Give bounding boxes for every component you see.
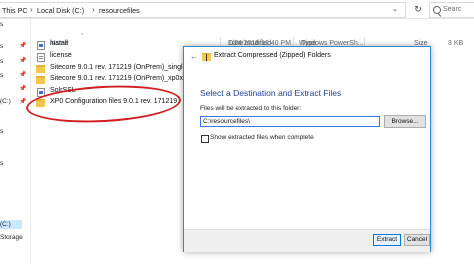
back-arrow-icon[interactable]: ←: [190, 52, 198, 61]
zip-folder-icon: [36, 65, 45, 73]
file-name: license: [50, 52, 72, 59]
zip-folder-icon: [202, 53, 211, 61]
file-name: SolrSSL: [50, 87, 76, 94]
pin-icon: 📌: [19, 99, 27, 105]
address-history-dropdown-icon[interactable]: ⌄: [392, 5, 398, 13]
zip-folder-icon: [36, 99, 45, 107]
dialog-footer: Extract Cancel: [184, 229, 430, 252]
refresh-icon[interactable]: ↻: [410, 3, 426, 15]
search-input[interactable]: Searc: [429, 2, 474, 18]
nav-item-local-disk[interactable]: (C:): [0, 98, 11, 105]
list-item[interactable]: Sitecore 9.0.1 rev. 171219 (OnPrem)_sing…: [36, 64, 200, 74]
show-extracted-files-label[interactable]: Show extracted files when complete: [210, 134, 314, 141]
nav-item-storage[interactable]: Storage: [0, 234, 23, 241]
text-document-icon: [37, 53, 45, 62]
dialog-heading: Select a Destination and Extract Files: [200, 88, 342, 98]
breadcrumb-local-disk[interactable]: Local Disk (C:): [37, 6, 84, 15]
list-item-selected[interactable]: XP0 Configuration files 9.0.1 rev. 17121…: [36, 98, 181, 108]
show-extracted-files-checkbox[interactable]: [201, 135, 209, 143]
nav-item[interactable]: s: [0, 72, 3, 79]
pin-icon: 📌: [19, 58, 27, 64]
powershell-script-icon: [37, 88, 45, 97]
file-name: Sitecore 9.0.1 rev. 171219 (OnPrem)_sing…: [50, 64, 201, 71]
address-bar-row: This PC › Local Disk (C:) › resourcefile…: [0, 0, 474, 19]
list-item[interactable]: Sitecore 9.0.1 rev. 171219 (OnPrem)_xp0x…: [36, 75, 198, 85]
destination-path-input[interactable]: C:\resourcefiles\: [200, 116, 380, 127]
nav-item[interactable]: s: [0, 128, 3, 135]
sort-ascending-icon: ^: [81, 33, 84, 39]
cancel-button[interactable]: Cancel: [404, 234, 430, 246]
browse-button[interactable]: Browse...: [384, 115, 426, 128]
address-bar[interactable]: This PC › Local Disk (C:) › resourcefile…: [0, 2, 406, 18]
destination-label: Files will be extracted to this folder:: [200, 105, 302, 112]
navigation-pane: s 📌 s 📌 s 📌 s 📌 (C:) 📌 s s (C:) Storage: [0, 19, 31, 264]
breadcrumb-chevron-icon[interactable]: ›: [92, 5, 95, 14]
pin-icon: 📌: [19, 72, 27, 78]
dialog-title: Extract Compressed (Zipped) Folders: [214, 52, 331, 59]
extract-button[interactable]: Extract: [373, 234, 401, 246]
list-item[interactable]: license: [36, 52, 181, 62]
nav-item[interactable]: s: [0, 58, 3, 65]
breadcrumb-resourcefiles[interactable]: resourcefiles: [99, 6, 140, 15]
nav-item[interactable]: s: [0, 43, 3, 50]
powershell-script-icon: [37, 41, 45, 50]
file-name: XP0 Configuration files 9.0.1 rev. 17121…: [50, 98, 178, 105]
zip-folder-icon: [36, 76, 45, 84]
search-placeholder: Searc: [443, 6, 462, 13]
pin-icon: 📌: [19, 43, 27, 49]
pin-icon: 📌: [19, 86, 27, 92]
nav-item[interactable]: s: [0, 160, 3, 167]
file-name: Sitecore 9.0.1 rev. 171219 (OnPrem)_xp0x…: [50, 75, 199, 82]
dialog-title-bar: ← Extract Compressed (Zipped) Folders: [184, 47, 430, 65]
breadcrumb-this-pc[interactable]: This PC: [2, 6, 28, 15]
file-name: install: [50, 40, 68, 47]
nav-item[interactable]: s: [0, 21, 3, 28]
file-size: 3 KB: [448, 40, 464, 47]
breadcrumb-chevron-icon[interactable]: ›: [30, 5, 33, 14]
extract-dialog: ← Extract Compressed (Zipped) Folders Se…: [183, 46, 431, 252]
nav-item-local-disk-selected[interactable]: (C:): [0, 221, 11, 228]
list-item[interactable]: SolrSSL: [36, 87, 181, 97]
search-icon: [433, 6, 441, 14]
